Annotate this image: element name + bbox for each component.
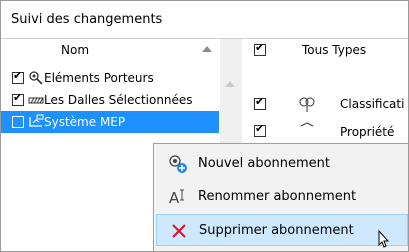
slab-icon bbox=[28, 97, 44, 104]
list-item-selected[interactable]: Système MEP bbox=[1, 111, 219, 133]
panel-title-bar: Suivi des changements bbox=[1, 1, 408, 39]
structural-elements-icon bbox=[29, 71, 43, 85]
scroll-up-icon[interactable] bbox=[225, 81, 235, 87]
list-item-label: Eléments Porteurs bbox=[44, 71, 154, 85]
classification-label: Classificati bbox=[340, 97, 405, 111]
menu-item-label: Nouvel abonnement bbox=[198, 156, 330, 171]
menu-item-label: Supprimer abonnement bbox=[199, 223, 354, 238]
all-types-checkbox[interactable]: ✔ bbox=[254, 41, 266, 56]
classification-icon bbox=[299, 97, 315, 112]
properties-label: Propriété bbox=[340, 125, 395, 139]
delete-icon bbox=[172, 224, 186, 238]
row-checkbox[interactable]: ✔ bbox=[12, 69, 24, 84]
mouse-pointer-icon bbox=[378, 229, 390, 248]
list-item-label: Système MEP bbox=[44, 115, 126, 129]
change-tracking-panel: Suivi des changements Nom ✔ Eléments Por… bbox=[0, 0, 409, 252]
column-header-name[interactable]: Nom bbox=[61, 43, 89, 57]
properties-header: ✔ Tous Types bbox=[242, 39, 408, 61]
properties-icon bbox=[300, 122, 314, 127]
row-checkbox[interactable]: ✔ bbox=[12, 91, 24, 106]
list-item[interactable]: ✔ Eléments Porteurs bbox=[1, 67, 219, 89]
panel-title: Suivi des changements bbox=[11, 12, 163, 27]
menu-item-delete[interactable]: Supprimer abonnement bbox=[156, 214, 408, 246]
menu-item-rename[interactable]: A Renommer abonnement bbox=[156, 180, 406, 212]
list-item-label: Les Dalles Sélectionnées bbox=[44, 93, 193, 107]
context-menu: Nouvel abonnement A Renommer abonnement … bbox=[153, 143, 408, 251]
menu-item-new-subscription[interactable]: Nouvel abonnement bbox=[156, 147, 406, 179]
new-subscription-icon bbox=[169, 155, 187, 173]
row-checkbox[interactable] bbox=[12, 116, 24, 128]
sort-ascending-icon[interactable] bbox=[202, 46, 212, 52]
classification-checkbox[interactable]: ✔ bbox=[254, 95, 266, 110]
list-header[interactable]: Nom bbox=[1, 39, 219, 61]
list-item[interactable]: ✔ Les Dalles Sélectionnées bbox=[1, 89, 219, 111]
properties-checkbox[interactable]: ✔ bbox=[254, 122, 266, 137]
rename-icon: A bbox=[169, 189, 184, 207]
all-types-label: Tous Types bbox=[302, 43, 367, 57]
menu-item-label: Renommer abonnement bbox=[198, 189, 357, 204]
mep-system-icon bbox=[29, 114, 44, 127]
svg-text:A: A bbox=[169, 189, 180, 207]
